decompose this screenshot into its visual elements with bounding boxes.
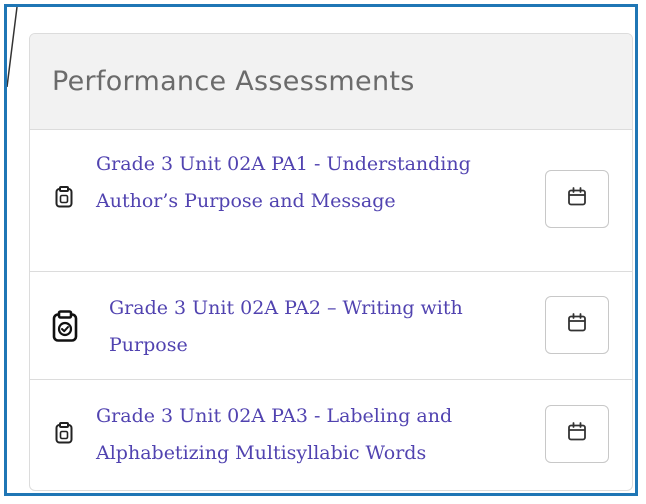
assessment-item: Grade 3 Unit 02A PA2 – Writing with Purp…	[30, 272, 632, 380]
calendar-icon	[566, 421, 588, 447]
schedule-button[interactable]	[545, 170, 609, 228]
assessment-item: Grade 3 Unit 02A PA3 - Labeling and Alph…	[30, 380, 632, 490]
panel-header: Performance Assessments	[30, 34, 632, 130]
calendar-icon	[566, 186, 588, 212]
calendar-icon	[566, 312, 588, 338]
schedule-button[interactable]	[545, 405, 609, 463]
clipboard-check-icon	[52, 310, 78, 342]
decorative-line	[7, 7, 18, 87]
schedule-button[interactable]	[545, 296, 609, 354]
clipboard-icon	[55, 422, 73, 444]
assessment-link[interactable]: Grade 3 Unit 02A PA3 - Labeling and Alph…	[96, 398, 526, 472]
assessment-link[interactable]: Grade 3 Unit 02A PA2 – Writing with Purp…	[109, 290, 529, 364]
performance-assessments-panel: Performance Assessments Grade 3 Unit 02A…	[29, 33, 633, 491]
screenshot-frame: Performance Assessments Grade 3 Unit 02A…	[4, 4, 638, 496]
panel-title: Performance Assessments	[52, 66, 415, 97]
clipboard-icon	[55, 186, 73, 208]
assessment-item: Grade 3 Unit 02A PA1 - Understanding Aut…	[30, 130, 632, 272]
assessment-link[interactable]: Grade 3 Unit 02A PA1 - Understanding Aut…	[96, 146, 526, 220]
